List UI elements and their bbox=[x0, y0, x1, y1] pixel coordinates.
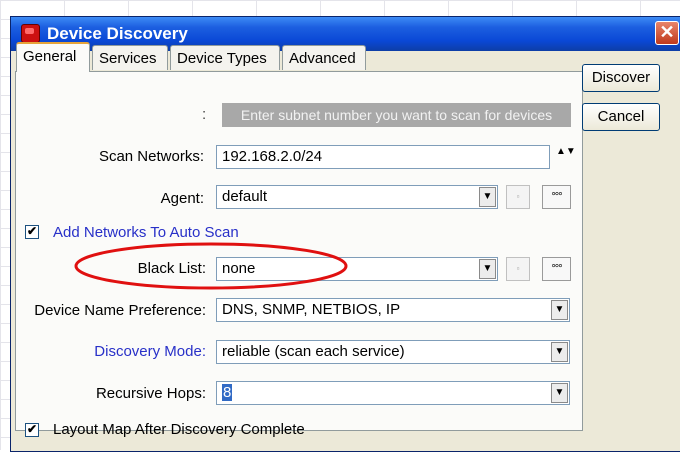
tab-general[interactable]: General bbox=[16, 42, 90, 72]
recursive-hops-dropdown-arrow-icon[interactable]: ▼ bbox=[551, 383, 568, 403]
recursive-hops-label: Recursive Hops: bbox=[95, 385, 206, 402]
black-list-browse-button[interactable]: °°° bbox=[542, 257, 571, 281]
red-annotation-ellipse bbox=[74, 242, 348, 290]
subnet-hint: Enter subnet number you want to scan for… bbox=[222, 103, 571, 127]
tab-services[interactable]: Services bbox=[92, 45, 168, 70]
recursive-hops-select[interactable]: 8 bbox=[216, 381, 570, 405]
cancel-button[interactable]: Cancel bbox=[582, 103, 660, 131]
tab-device-types[interactable]: Device Types bbox=[170, 45, 280, 70]
recursive-hops-value: 8 bbox=[222, 384, 233, 401]
hint-colon: : bbox=[202, 106, 207, 123]
add-networks-label[interactable]: Add Networks To Auto Scan bbox=[53, 224, 239, 241]
app-icon bbox=[21, 24, 40, 43]
discovery-mode-select[interactable]: reliable (scan each service) bbox=[216, 340, 570, 364]
discover-button[interactable]: Discover bbox=[582, 64, 660, 92]
device-name-preference-label: Device Name Preference: bbox=[34, 302, 206, 319]
close-button[interactable]: ✕ bbox=[655, 21, 679, 45]
agent-browse-button[interactable]: °°° bbox=[542, 185, 571, 209]
layout-map-checkbox[interactable]: ✔ bbox=[25, 423, 39, 437]
scan-networks-input[interactable]: 192.168.2.0/24 bbox=[216, 145, 550, 169]
black-list-small-button[interactable]: ▫ bbox=[506, 257, 530, 281]
agent-select[interactable]: default bbox=[216, 185, 498, 209]
agent-label: Agent: bbox=[160, 190, 204, 207]
agent-small-button[interactable]: ▫ bbox=[506, 185, 530, 209]
scan-networks-label: Scan Networks: bbox=[98, 148, 204, 165]
add-networks-checkbox[interactable]: ✔ bbox=[25, 225, 39, 239]
discovery-mode-label[interactable]: Discovery Mode: bbox=[70, 343, 206, 360]
tab-advanced[interactable]: Advanced bbox=[282, 45, 366, 70]
window-title: Device Discovery bbox=[47, 24, 188, 43]
agent-dropdown-arrow-icon[interactable]: ▼ bbox=[479, 187, 496, 207]
spin-arrows-icon[interactable]: ▲▼ bbox=[556, 147, 576, 167]
device-name-preference-select[interactable]: DNS, SNMP, NETBIOS, IP bbox=[216, 298, 570, 322]
layout-map-label[interactable]: Layout Map After Discovery Complete bbox=[53, 421, 305, 438]
name-pref-dropdown-arrow-icon[interactable]: ▼ bbox=[551, 300, 568, 320]
black-list-dropdown-arrow-icon[interactable]: ▼ bbox=[479, 259, 496, 279]
discovery-mode-dropdown-arrow-icon[interactable]: ▼ bbox=[551, 342, 568, 362]
